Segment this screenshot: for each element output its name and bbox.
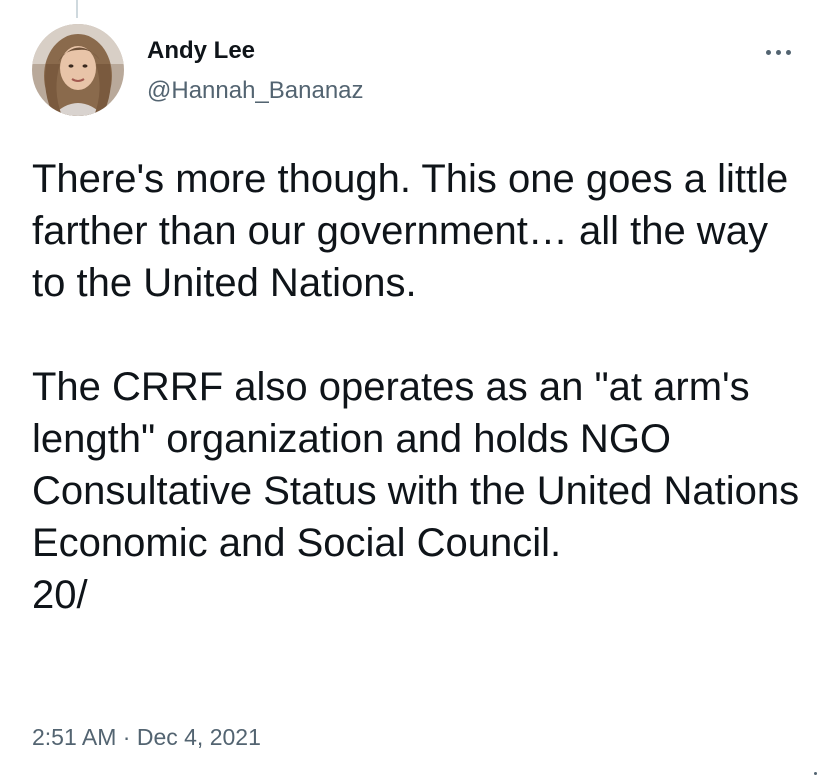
- more-options-button[interactable]: [758, 40, 798, 64]
- more-options-icon-dot: [775, 49, 781, 55]
- tweet-text: There's more though. This one goes a lit…: [32, 157, 800, 617]
- tweet-time: 2:51 AM: [32, 724, 117, 750]
- meta-separator: ·: [122, 724, 131, 750]
- more-options-icon-dot: [785, 49, 791, 55]
- avatar[interactable]: [32, 24, 124, 116]
- author-display-name[interactable]: Andy Lee: [147, 36, 255, 66]
- thread-connector-line: [76, 0, 78, 18]
- tweet-timestamp[interactable]: 2:51 AM · Dec 4, 2021: [32, 722, 261, 752]
- scroll-indicator: [814, 772, 817, 775]
- profile-photo-icon: [32, 24, 124, 116]
- more-options-icon: [765, 49, 771, 55]
- author-handle[interactable]: @Hannah_Bananaz: [147, 76, 364, 106]
- tweet-date: Dec 4, 2021: [136, 724, 261, 750]
